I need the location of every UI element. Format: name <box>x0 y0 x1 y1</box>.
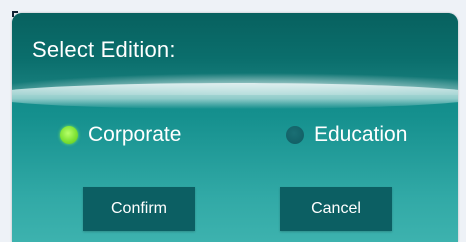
radio-unselected-icon[interactable] <box>286 126 304 144</box>
dialog-title: Select Edition: <box>32 37 176 62</box>
option-corporate[interactable]: Corporate <box>60 123 181 147</box>
cancel-button[interactable]: Cancel <box>280 187 392 231</box>
dialog-header: Select Edition: <box>12 13 458 109</box>
confirm-button[interactable]: Confirm <box>83 187 195 231</box>
option-corporate-label: Corporate <box>88 123 182 146</box>
select-edition-dialog: Select Edition: Corporate Education Conf… <box>12 13 458 242</box>
radio-selected-icon[interactable] <box>60 126 78 144</box>
option-education-label: Education <box>314 123 408 146</box>
option-education[interactable]: Education <box>286 123 407 147</box>
